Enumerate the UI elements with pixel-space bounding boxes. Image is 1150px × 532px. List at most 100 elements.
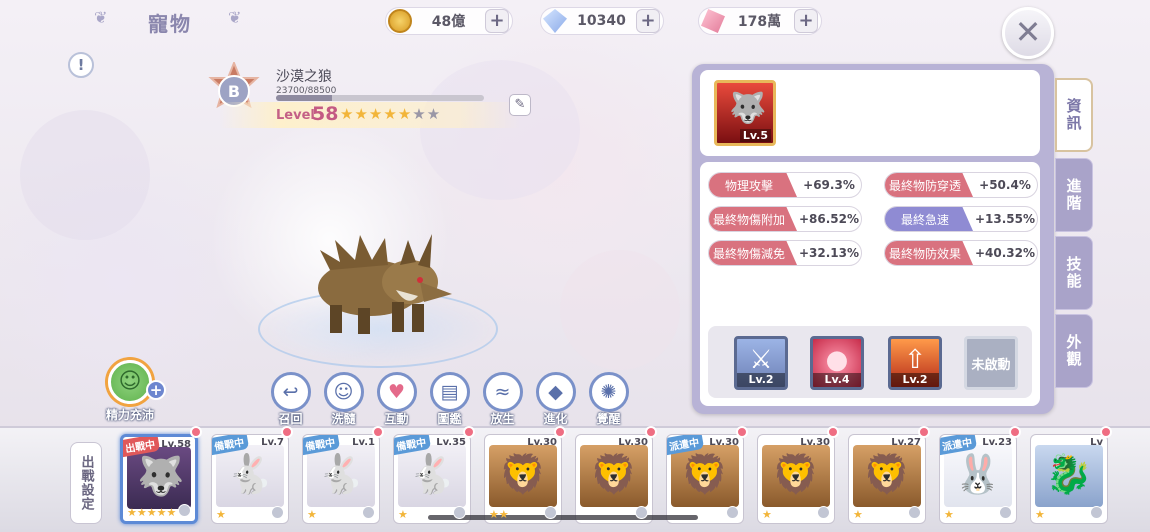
- smile-face-icon: ☺: [108, 360, 152, 404]
- skill-slot-1[interactable]: ⚔ Lv.2: [734, 336, 788, 390]
- skill-level: Lv.2: [891, 373, 939, 387]
- stat-final-phys-dmg-add: 最終物傷附加 +86.52%: [708, 206, 862, 232]
- pet-card-stars: ★★: [489, 508, 509, 521]
- pet-card-stars: ★★★★★: [127, 506, 177, 519]
- main-skill-slot[interactable]: 🐺 Lv.5: [714, 80, 776, 146]
- crystal-value: 178萬: [737, 14, 782, 30]
- pet-card[interactable]: 🦁 Lv.30 ★★: [484, 434, 562, 524]
- pet-list-scrollbar[interactable]: [428, 515, 698, 520]
- info-panel: 🐺 Lv.5 物理攻擊 +69.3% 最終物傷附加 +86.52% 最終物傷減免 +3…: [692, 64, 1054, 414]
- star-filled-icon: ★: [354, 105, 368, 123]
- main-skill-area: 🐺 Lv.5: [700, 70, 1040, 156]
- pet-card[interactable]: 🐺 Lv.58 出戰中 ★★★★★: [120, 434, 198, 524]
- wing-right-icon: ❦: [228, 8, 242, 27]
- recall-button[interactable]: ↩ 召回: [270, 372, 311, 427]
- pet-card-level: Lv.30: [618, 437, 648, 448]
- close-icon: ✕: [1014, 13, 1042, 51]
- wash-button[interactable]: ☺ 洗髓: [323, 372, 364, 427]
- element-gem-icon: [817, 506, 830, 519]
- howling-wolf-icon: 🐺: [729, 91, 767, 126]
- tab-appearance[interactable]: 外觀: [1055, 314, 1093, 388]
- energy-status[interactable]: ☺ + 精力充沛: [94, 360, 166, 424]
- background-decoration: [420, 60, 580, 200]
- pet-card[interactable]: 🐇 Lv.7 備戰中 ★: [211, 434, 289, 524]
- resource-gold: 48億 +: [385, 7, 513, 35]
- stat-name: 物理攻擊: [709, 173, 797, 197]
- crystal-evolve-icon: ◆: [535, 372, 576, 412]
- notification-dot-icon: [190, 426, 202, 438]
- release-icon: ≈: [482, 372, 523, 412]
- pet-card[interactable]: 🐇 Lv.35 備戰中 ★: [393, 434, 471, 524]
- interact-button[interactable]: ♥ 互動: [376, 372, 417, 427]
- wash-icon: ☺: [323, 372, 364, 412]
- stat-name: 最終物傷附加: [709, 207, 797, 231]
- skill-slot-3[interactable]: ⇧ Lv.2: [888, 336, 942, 390]
- stat-final-haste: 最終急速 +13.55%: [884, 206, 1038, 232]
- element-gem-icon: [544, 506, 557, 519]
- tab-skills[interactable]: 技能: [1055, 236, 1093, 310]
- lion-icon: 🦁: [590, 452, 638, 496]
- fire-orb-icon: ●: [825, 345, 849, 375]
- element-gem-icon: [271, 506, 284, 519]
- lion-icon: 🦁: [863, 452, 911, 496]
- bunny-icon: 🐇: [226, 452, 274, 496]
- level-label: Level: [276, 108, 315, 123]
- book-icon: ▤: [429, 372, 470, 412]
- pet-card-stars: ★: [853, 508, 863, 521]
- pet-card[interactable]: 🐉 Lv ★: [1030, 434, 1108, 524]
- star-empty-icon: ★: [412, 105, 426, 123]
- deploy-settings-button[interactable]: 出戰設定: [70, 442, 102, 524]
- flame-up-icon: ⇧: [904, 345, 926, 375]
- pet-card[interactable]: 🐇 Lv.1 備戰中 ★: [302, 434, 380, 524]
- tab-advance[interactable]: 進階: [1055, 158, 1093, 232]
- pet-card[interactable]: 🐰 Lv.23 派遣中 ★: [939, 434, 1017, 524]
- grade-letter: B: [228, 82, 240, 101]
- pet-card-level: Lv.27: [891, 437, 921, 448]
- pet-card-level: Lv.1: [352, 437, 375, 448]
- element-gem-icon: [362, 506, 375, 519]
- close-button[interactable]: ✕: [1002, 7, 1054, 59]
- pet-card[interactable]: 🦁 Lv.30: [575, 434, 653, 524]
- element-gem-icon: [635, 506, 648, 519]
- pet-card[interactable]: 🦁 Lv.30 ★: [757, 434, 835, 524]
- stat-value: +86.52%: [798, 212, 860, 226]
- handbook-button[interactable]: ▤ 圖鑑: [429, 372, 470, 427]
- evolve-label: 進化: [543, 412, 568, 426]
- pet-card[interactable]: 🦁 Lv.27 ★: [848, 434, 926, 524]
- pet-card-stars: ★: [307, 508, 317, 521]
- tab-info[interactable]: 資訊: [1055, 78, 1093, 152]
- pet-card[interactable]: 🦁 Lv.30 派遣中: [666, 434, 744, 524]
- awaken-icon: ✺: [588, 372, 629, 412]
- skill-slot-2[interactable]: ● Lv.4: [810, 336, 864, 390]
- star-filled-icon: ★: [368, 105, 383, 123]
- background-decoration: [560, 250, 680, 370]
- release-button[interactable]: ≈ 放生: [482, 372, 523, 427]
- handbook-label: 圖鑑: [437, 412, 462, 426]
- element-gem-icon: [726, 506, 739, 519]
- stat-physical-attack: 物理攻擊 +69.3%: [708, 172, 862, 198]
- pet-card-stars: ★: [216, 508, 226, 521]
- awaken-label: 覺醒: [596, 412, 621, 426]
- pet-name: 沙漠之狼: [276, 69, 332, 85]
- evolve-button[interactable]: ◆ 進化: [535, 372, 576, 427]
- action-bar: ↩ 召回 ☺ 洗髓 ♥ 互動 ▤ 圖鑑 ≈ 放生 ◆ 進化 ✺ 覺醒: [270, 372, 629, 427]
- wolf-pet-model: [318, 234, 452, 334]
- rename-button[interactable]: ✎: [509, 94, 531, 116]
- stat-name: 最終物防穿透: [885, 173, 973, 197]
- awaken-button[interactable]: ✺ 覺醒: [588, 372, 629, 427]
- pet-card-level: Lv.35: [436, 437, 466, 448]
- wash-label: 洗髓: [331, 412, 356, 426]
- interact-label: 互動: [384, 412, 409, 426]
- add-gold-button[interactable]: +: [485, 9, 509, 33]
- stat-name: 最終物防效果: [885, 241, 973, 265]
- diamond-icon: [543, 9, 567, 33]
- add-energy-icon[interactable]: +: [146, 380, 166, 400]
- skill-slot-locked[interactable]: 未啟動: [964, 336, 1018, 390]
- add-crystal-button[interactable]: +: [794, 9, 818, 33]
- stat-value: +50.4%: [979, 178, 1031, 192]
- pet-card-level: Lv.30: [800, 437, 830, 448]
- star-filled-icon: ★: [383, 105, 397, 123]
- info-button[interactable]: !: [68, 52, 94, 78]
- add-diamond-button[interactable]: +: [636, 9, 660, 33]
- stat-value: +40.32%: [974, 246, 1036, 260]
